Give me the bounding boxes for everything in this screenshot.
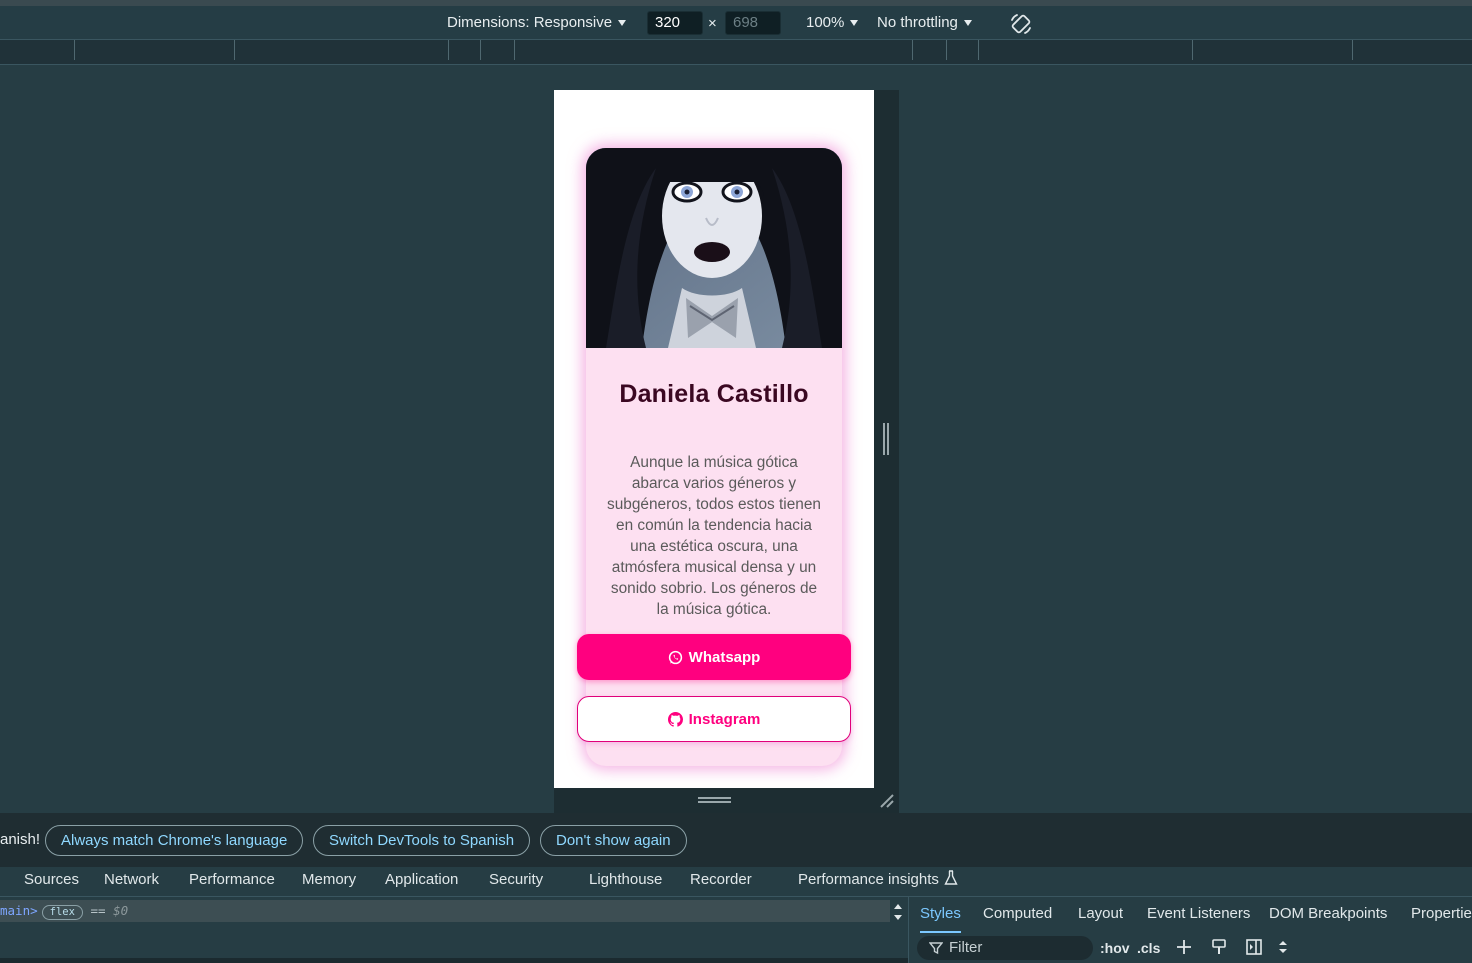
github-icon <box>667 711 683 727</box>
emulated-viewport: Daniela Castillo Aunque la música gótica… <box>554 90 874 788</box>
tab-performance-insights-label: Performance insights <box>798 871 939 888</box>
media-query-ruler <box>0 40 1472 65</box>
resize-grip-icon <box>698 797 731 803</box>
ruler-tick <box>74 40 75 60</box>
device-toolbar: Dimensions: Responsive 320 × 698 100% No… <box>0 6 1472 40</box>
dont-show-again-button[interactable]: Don't show again <box>540 825 687 856</box>
dimension-separator: × <box>708 15 717 32</box>
rotate-icon[interactable] <box>1008 11 1034 37</box>
zoom-dropdown[interactable]: 100% <box>806 6 859 40</box>
chevron-down-icon <box>963 20 972 27</box>
breadcrumb[interactable]: main> flex == $0 <box>0 900 890 922</box>
ruler-tick <box>448 40 449 60</box>
cls-toggle[interactable]: .cls <box>1137 936 1160 960</box>
profile-description: Aunque la música gótica abarca varios gé… <box>607 454 821 618</box>
styles-filter-input[interactable]: Filter <box>917 936 1093 960</box>
ruler-tick <box>946 40 947 60</box>
tab-recorder[interactable]: Recorder <box>690 867 752 893</box>
ruler-tick <box>480 40 481 60</box>
profile-card: Daniela Castillo Aunque la música gótica… <box>577 148 851 766</box>
ruler-tick <box>1352 40 1353 60</box>
tab-network[interactable]: Network <box>104 867 159 893</box>
add-rule-icon[interactable] <box>1175 938 1193 956</box>
filter-icon <box>929 942 943 955</box>
whatsapp-label: Whatsapp <box>688 648 761 666</box>
chevron-down-icon <box>618 20 627 27</box>
instagram-button[interactable]: Instagram <box>577 696 851 742</box>
throttling-label: No throttling <box>877 14 958 31</box>
dimensions-label: Dimensions: Responsive <box>447 14 613 31</box>
breadcrumb-equals: == <box>90 903 106 918</box>
tab-layout[interactable]: Layout <box>1078 897 1123 931</box>
devtools-panel-tabs: Sources Network Performance Memory Appli… <box>0 867 1472 897</box>
profile-name: Daniela Castillo <box>619 380 809 408</box>
language-infobar: anish! Always match Chrome's language Sw… <box>0 813 1472 867</box>
scroll-arrows-icon[interactable] <box>892 900 904 924</box>
paint-format-icon[interactable] <box>1210 938 1228 956</box>
tab-properties[interactable]: Properties <box>1411 897 1472 931</box>
width-input[interactable]: 320 <box>647 11 703 35</box>
zoom-label: 100% <box>806 14 845 31</box>
breadcrumb-dollar: $0 <box>113 903 129 918</box>
resize-grip-icon <box>883 423 889 455</box>
ruler-tick <box>912 40 913 60</box>
throttling-dropdown[interactable]: No throttling <box>877 6 972 40</box>
corner-resize-icon[interactable] <box>879 793 895 809</box>
whatsapp-icon <box>668 650 682 664</box>
ruler-tick <box>234 40 235 60</box>
tab-performance[interactable]: Performance <box>189 867 275 893</box>
panel-bottom-edge <box>0 958 908 963</box>
toggle-sidebar-icon[interactable] <box>1245 938 1263 956</box>
tab-security[interactable]: Security <box>489 867 543 893</box>
infobar-message: anish! <box>0 831 41 848</box>
tab-computed[interactable]: Computed <box>983 897 1052 931</box>
flask-icon <box>944 870 958 885</box>
filter-placeholder: Filter <box>949 939 983 956</box>
tab-lighthouse[interactable]: Lighthouse <box>589 867 662 893</box>
breadcrumb-tag: main> <box>0 903 38 918</box>
tab-styles[interactable]: Styles <box>920 897 961 933</box>
ruler-tick <box>514 40 515 60</box>
tab-event-listeners[interactable]: Event Listeners <box>1147 897 1250 931</box>
tab-application[interactable]: Application <box>385 867 458 893</box>
scroll-arrows-icon[interactable] <box>1277 938 1289 956</box>
hov-toggle[interactable]: :hov <box>1100 936 1130 960</box>
ruler-tick <box>1192 40 1193 60</box>
elements-panel: main> flex == $0 <box>0 897 908 963</box>
tab-dom-breakpoints[interactable]: DOM Breakpoints <box>1269 897 1387 931</box>
styles-panel: Styles Computed Layout Event Listeners D… <box>908 897 1472 963</box>
switch-to-spanish-button[interactable]: Switch DevTools to Spanish <box>313 825 531 856</box>
instagram-label: Instagram <box>688 710 761 728</box>
whatsapp-button[interactable]: Whatsapp <box>577 634 851 680</box>
ruler-tick <box>978 40 979 60</box>
always-match-language-button[interactable]: Always match Chrome's language <box>45 825 304 856</box>
tab-sources[interactable]: Sources <box>24 867 79 893</box>
height-input[interactable]: 698 <box>725 11 781 35</box>
tab-performance-insights[interactable]: Performance insights <box>798 867 958 893</box>
profile-photo <box>586 148 842 348</box>
flex-badge[interactable]: flex <box>41 905 83 920</box>
tab-memory[interactable]: Memory <box>302 867 356 893</box>
chevron-down-icon <box>850 20 859 27</box>
dimensions-dropdown[interactable]: Dimensions: Responsive <box>447 6 627 40</box>
